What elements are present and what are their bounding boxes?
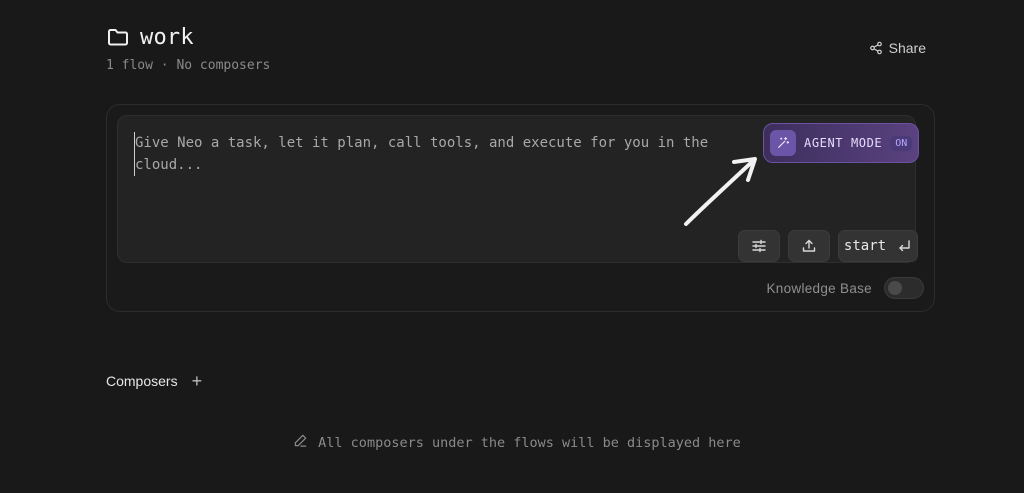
enter-icon <box>896 238 912 254</box>
knowledge-base-toggle[interactable] <box>884 277 924 299</box>
task-composer-card: Give Neo a task, let it plan, call tools… <box>106 104 935 312</box>
knowledge-base-row: Knowledge Base <box>766 277 924 299</box>
upload-button[interactable] <box>788 230 830 262</box>
composers-section-header: Composers + <box>106 372 202 390</box>
composers-empty-state: All composers under the flows will be di… <box>0 433 1024 452</box>
start-button[interactable]: start <box>838 230 918 262</box>
empty-state-text: All composers under the flows will be di… <box>318 434 741 451</box>
toggle-knob <box>888 281 902 295</box>
folder-header: work 1 flow · No composers Share <box>106 22 926 78</box>
settings-button[interactable] <box>738 230 780 262</box>
folder-title-row: work <box>106 22 926 52</box>
upload-icon <box>801 238 817 254</box>
agent-mode-label: AGENT MODE <box>804 136 883 150</box>
add-composer-button[interactable]: + <box>192 372 203 390</box>
share-label: Share <box>888 40 926 56</box>
folder-meta: 1 flow · No composers <box>106 58 271 73</box>
share-icon <box>869 41 883 55</box>
task-prompt-input[interactable]: Give Neo a task, let it plan, call tools… <box>134 132 734 176</box>
agent-mode-toggle[interactable]: AGENT MODE ON <box>763 123 919 163</box>
agent-mode-status-badge: ON <box>890 135 913 151</box>
start-label: start <box>843 238 887 254</box>
pencil-icon <box>293 433 308 452</box>
magic-wand-icon <box>770 130 796 156</box>
folder-title: work <box>140 24 194 50</box>
sliders-icon <box>751 238 767 254</box>
task-input-area[interactable]: Give Neo a task, let it plan, call tools… <box>117 115 919 263</box>
knowledge-base-label: Knowledge Base <box>766 280 872 296</box>
share-button[interactable]: Share <box>869 40 926 56</box>
composers-title: Composers <box>106 373 178 389</box>
folder-icon <box>106 25 130 49</box>
